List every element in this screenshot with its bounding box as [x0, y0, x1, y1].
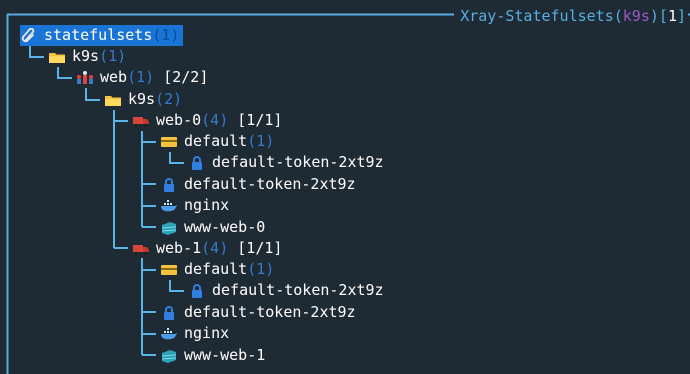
- tree-node-statefulsets[interactable]: statefulsets (1): [20, 25, 184, 46]
- tree-node-volume[interactable]: www-web-1: [160, 345, 265, 366]
- lock-icon: [188, 155, 206, 171]
- tree-node-pod-web-0[interactable]: web-0 (4) [1/1]: [132, 110, 282, 131]
- node-label: default-token-2xt9z: [212, 153, 384, 171]
- folder-icon: [48, 49, 66, 65]
- title-suffix: ): [649, 7, 659, 25]
- volume-icon: [160, 220, 178, 236]
- tree-node-secret[interactable]: default-token-2xt9z: [188, 280, 384, 301]
- lock-icon: [160, 305, 178, 321]
- tree-node-secret[interactable]: default-token-2xt9z: [188, 152, 384, 173]
- node-ready: [2/2]: [163, 68, 209, 86]
- node-count: (1): [247, 260, 275, 278]
- statefulset-icon: [76, 70, 94, 86]
- tree-node-secret[interactable]: default-token-2xt9z: [160, 302, 356, 323]
- node-count: (1): [99, 47, 127, 65]
- tree-node-pod-web-1[interactable]: web-1 (4) [1/1]: [132, 238, 282, 259]
- node-label: default-token-2xt9z: [184, 303, 356, 321]
- tree-node-container-nginx[interactable]: nginx: [160, 195, 229, 216]
- node-ready: [1/1]: [237, 239, 283, 257]
- title-namespace: k9s: [622, 7, 650, 25]
- node-label: web-0: [156, 111, 202, 129]
- tree-node-namespace-k9s[interactable]: k9s (2): [104, 89, 182, 110]
- title-count-close: ]: [676, 7, 686, 25]
- node-count: (1): [152, 26, 180, 44]
- node-label: nginx: [184, 196, 230, 214]
- paperclip-icon: [20, 27, 38, 44]
- pod-truck-icon: [132, 113, 150, 129]
- node-label: statefulsets: [44, 26, 153, 44]
- docker-whale-icon: [160, 198, 178, 214]
- node-label: web: [100, 68, 128, 86]
- node-count: (4): [201, 239, 229, 257]
- lock-icon: [160, 177, 178, 193]
- tree-node-namespace-k9s[interactable]: k9s (1): [48, 46, 126, 67]
- node-label: default: [184, 132, 248, 150]
- node-count: (2): [155, 90, 183, 108]
- node-label: default-token-2xt9z: [212, 281, 384, 299]
- service-account-card-icon: [160, 262, 178, 278]
- pod-truck-icon: [132, 241, 150, 257]
- service-account-card-icon: [160, 134, 178, 150]
- volume-icon: [160, 348, 178, 364]
- node-ready: [1/1]: [237, 111, 283, 129]
- node-count: (1): [247, 132, 275, 150]
- node-label: web-1: [156, 239, 202, 257]
- node-count: (1): [127, 68, 155, 86]
- title-count-open: [: [658, 7, 668, 25]
- tree-node-serviceaccount-default[interactable]: default (1): [160, 131, 274, 152]
- node-label: nginx: [184, 324, 230, 342]
- window-title: Xray-Statefulsets(k9s)[1]: [454, 6, 688, 26]
- node-label: www-web-1: [184, 346, 266, 364]
- tree-node-serviceaccount-default[interactable]: default (1): [160, 259, 274, 280]
- lock-icon: [188, 283, 206, 299]
- tree-node-statefulset-web[interactable]: web (1) [2/2]: [76, 67, 208, 88]
- node-label: default-token-2xt9z: [184, 175, 356, 193]
- tree-node-container-nginx[interactable]: nginx: [160, 323, 229, 344]
- node-count: (4): [201, 111, 229, 129]
- tree-node-secret[interactable]: default-token-2xt9z: [160, 174, 356, 195]
- docker-whale-icon: [160, 326, 178, 342]
- node-label: www-web-0: [184, 218, 266, 236]
- node-label: k9s: [72, 47, 100, 65]
- node-label: default: [184, 260, 248, 278]
- title-prefix: Xray-Statefulsets(: [460, 7, 623, 25]
- title-count: 1: [667, 7, 677, 25]
- tree-node-volume[interactable]: www-web-0: [160, 217, 265, 238]
- node-label: k9s: [128, 90, 156, 108]
- folder-icon: [104, 92, 122, 108]
